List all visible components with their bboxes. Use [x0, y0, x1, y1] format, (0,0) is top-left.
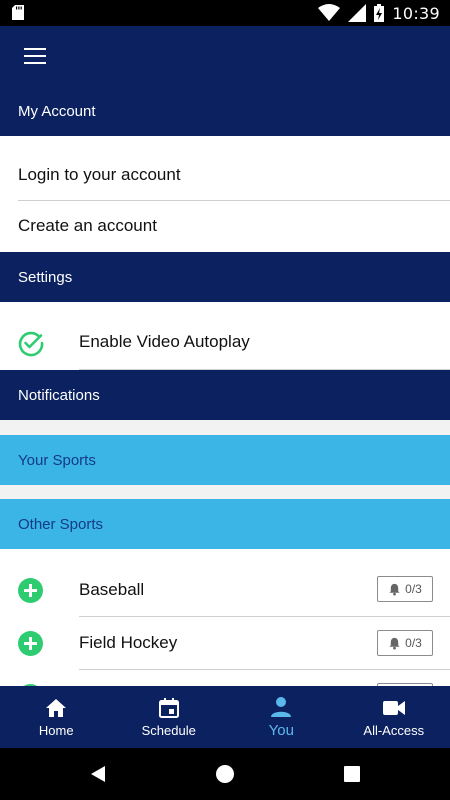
section-title: Settings	[18, 268, 73, 286]
add-circle-icon[interactable]	[18, 578, 43, 603]
home-circle-icon[interactable]	[215, 764, 235, 784]
add-circle-icon[interactable]	[18, 631, 43, 656]
tab-label: All-Access	[363, 723, 425, 738]
wifi-icon	[318, 4, 341, 21]
list-item-field-hockey: Field Hockey 0/3	[0, 617, 450, 669]
section-my-account: My Account	[0, 86, 450, 136]
system-nav-bar	[0, 748, 450, 800]
sport-label: Field Hockey	[79, 633, 178, 652]
section-title: Other Sports	[18, 515, 104, 533]
app-bar	[0, 26, 450, 86]
section-settings: Settings	[0, 252, 450, 302]
section-title: My Account	[18, 102, 96, 120]
list-item-baseball: Baseball 0/3	[0, 564, 450, 616]
section-title: Your Sports	[18, 451, 96, 469]
battery-charging-icon	[374, 4, 385, 22]
person-icon	[271, 697, 292, 717]
status-bar: 10:39	[0, 0, 450, 26]
back-icon[interactable]	[88, 764, 108, 784]
notification-count: 0/3	[405, 636, 422, 650]
login-label: Login to your account	[18, 165, 181, 184]
sport-label: Baseball	[79, 580, 145, 599]
section-other-sports[interactable]: Other Sports	[0, 499, 450, 549]
notification-count-button[interactable]: 0/3	[377, 576, 433, 602]
recents-icon[interactable]	[342, 764, 362, 784]
login-row[interactable]: Login to your account	[0, 150, 450, 200]
notification-count-button[interactable]: 0/3	[377, 630, 433, 656]
tab-label: Home	[38, 723, 74, 738]
tab-label: Schedule	[141, 723, 196, 738]
bottom-tab-bar: Home Schedule You All-Access	[0, 686, 450, 748]
tab-you[interactable]: You	[225, 686, 338, 748]
section-title: Notifications	[18, 386, 100, 404]
hamburger-icon[interactable]	[22, 45, 48, 67]
create-account-row[interactable]: Create an account	[0, 201, 450, 251]
list-item	[0, 670, 450, 709]
tab-label: You	[268, 722, 294, 739]
signal-icon	[348, 4, 367, 22]
check-circle-icon[interactable]	[17, 329, 45, 357]
video-autoplay-label: Enable Video Autoplay	[79, 332, 250, 351]
video-autoplay-row[interactable]: Enable Video Autoplay	[0, 317, 450, 369]
create-account-label: Create an account	[18, 216, 157, 235]
section-notifications: Notifications	[0, 370, 450, 420]
clock: 10:39	[392, 3, 440, 23]
bell-icon	[389, 637, 400, 650]
tab-all-access[interactable]: All-Access	[338, 686, 450, 748]
tab-schedule[interactable]: Schedule	[113, 686, 226, 748]
section-your-sports[interactable]: Your Sports	[0, 435, 450, 485]
home-icon	[46, 699, 67, 717]
tab-home[interactable]: Home	[0, 686, 113, 748]
calendar-icon	[158, 698, 179, 718]
notification-count: 0/3	[405, 582, 422, 596]
video-camera-icon	[382, 701, 405, 715]
sd-card-icon	[12, 5, 24, 20]
bell-icon	[389, 583, 400, 596]
